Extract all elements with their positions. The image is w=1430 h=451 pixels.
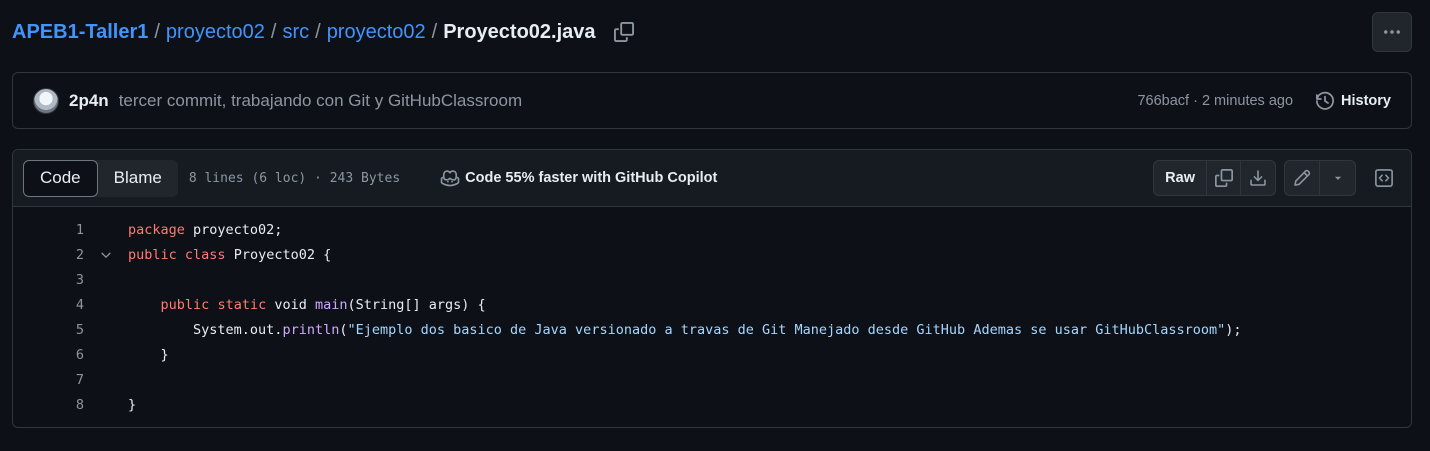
breadcrumb: APEB1-Taller1 / proyecto02 / src / proye… [12, 21, 596, 44]
code-token: void [266, 296, 315, 313]
code-token: proyecto02; [184, 221, 283, 238]
edit-actions-group [1284, 160, 1356, 196]
code-token: System.out. [128, 321, 283, 338]
code-line: 5 System.out.println("Ejemplo dos basico… [13, 317, 1411, 342]
chevron-down-icon [101, 252, 111, 258]
code-square-icon [1375, 169, 1393, 187]
code-line: 3 [13, 267, 1411, 292]
avatar[interactable] [33, 87, 59, 114]
line-number[interactable]: 7 [13, 372, 84, 388]
file-actions: Raw [1153, 160, 1401, 196]
more-options-button[interactable] [1372, 12, 1412, 52]
breadcrumb-separator: / [431, 20, 438, 43]
line-number[interactable]: 8 [13, 397, 84, 413]
code-line: 6 } [13, 342, 1411, 367]
function-name: println [282, 321, 340, 338]
commit-author[interactable]: 2p4n [69, 91, 109, 111]
edit-file-button[interactable] [1285, 161, 1320, 195]
copilot-promo-link[interactable]: Code 55% faster with GitHub Copilot [440, 168, 717, 188]
code-token: Proyecto02 { [225, 246, 332, 263]
history-button[interactable]: History [1315, 91, 1391, 111]
keyword: class [184, 246, 226, 263]
line-number[interactable]: 6 [13, 347, 84, 363]
code-text: package proyecto02; [128, 222, 282, 238]
copy-raw-button[interactable] [1207, 161, 1241, 195]
breadcrumb-current-file: Proyecto02.java [443, 20, 596, 43]
copilot-label: Code 55% faster with GitHub Copilot [465, 170, 718, 186]
copy-icon [613, 22, 634, 42]
keyword: static [217, 296, 267, 313]
function-name: main [315, 296, 348, 313]
breadcrumb-separator: / [154, 20, 160, 43]
history-label: History [1341, 92, 1391, 109]
line-number[interactable]: 2 [13, 247, 84, 263]
copilot-icon [440, 170, 460, 187]
latest-commit-bar: 2p4n tercer commit, trabajando con Git y… [12, 72, 1412, 129]
pencil-icon [1294, 169, 1311, 186]
code-view: 1 package proyecto02; 2 public class Pro… [13, 207, 1411, 417]
history-icon [1316, 91, 1335, 110]
breadcrumb-separator: / [315, 20, 321, 43]
code-line: 4 public static void main(String[] args)… [13, 292, 1411, 317]
code-token: (String[] args) { [347, 296, 486, 313]
code-line: 1 package proyecto02; [13, 217, 1411, 242]
code-text: System.out.println("Ejemplo dos basico d… [128, 322, 1242, 338]
file-viewer: Code Blame 8 lines (6 loc) · 243 Bytes C… [12, 149, 1412, 428]
code-text: public class Proyecto02 { [128, 247, 331, 263]
keyword: public [128, 246, 177, 263]
view-mode-toggle: Code Blame [23, 159, 178, 197]
symbols-panel-button[interactable] [1367, 161, 1401, 195]
breadcrumb-separator: / [270, 20, 277, 43]
code-token: ); [1225, 321, 1242, 338]
breadcrumb-folder-link[interactable]: proyecto02 [327, 21, 426, 44]
line-number[interactable]: 5 [13, 322, 84, 338]
breadcrumb-repo-link[interactable]: APEB1-Taller1 [12, 21, 148, 44]
raw-actions-group: Raw [1153, 160, 1276, 196]
file-header: Code Blame 8 lines (6 loc) · 243 Bytes C… [13, 150, 1411, 207]
file-path-header: APEB1-Taller1 / proyecto02 / src / proye… [12, 12, 1412, 52]
code-line: 7 [13, 367, 1411, 392]
code-text: } [128, 346, 169, 363]
breadcrumb-folder-link[interactable]: src [282, 21, 309, 44]
tab-blame[interactable]: Blame [98, 160, 178, 197]
triangle-down-icon [1334, 176, 1341, 180]
string-literal: "Ejemplo dos basico de Java versionado a… [347, 321, 1226, 338]
edit-dropdown-button[interactable] [1320, 161, 1355, 195]
keyword: package [128, 221, 185, 238]
tab-code[interactable]: Code [23, 159, 98, 197]
code-line: 2 public class Proyecto02 { [13, 242, 1411, 267]
line-number[interactable]: 4 [13, 297, 84, 313]
breadcrumb-folder-link[interactable]: proyecto02 [166, 21, 265, 44]
commit-message[interactable]: tercer commit, trabajando con Git y GitH… [119, 91, 522, 111]
code-text: } [128, 396, 137, 413]
kebab-horizontal-icon [1384, 30, 1400, 34]
commit-meta-group: 766bacf · 2 minutes ago History [1137, 91, 1391, 111]
fold-toggle[interactable] [84, 248, 128, 262]
download-icon [1250, 170, 1266, 186]
keyword: public [160, 296, 210, 313]
copy-icon [1214, 169, 1233, 187]
line-number[interactable]: 3 [13, 272, 84, 288]
commit-sha-time[interactable]: 766bacf · 2 minutes ago [1137, 93, 1293, 109]
raw-button[interactable]: Raw [1154, 161, 1207, 195]
code-text: public static void main(String[] args) { [128, 297, 486, 313]
copy-path-button[interactable] [610, 18, 638, 46]
download-button[interactable] [1241, 161, 1275, 195]
line-number[interactable]: 1 [13, 222, 84, 238]
code-line: 8 } [13, 392, 1411, 417]
file-info: 8 lines (6 loc) · 243 Bytes [188, 170, 401, 186]
